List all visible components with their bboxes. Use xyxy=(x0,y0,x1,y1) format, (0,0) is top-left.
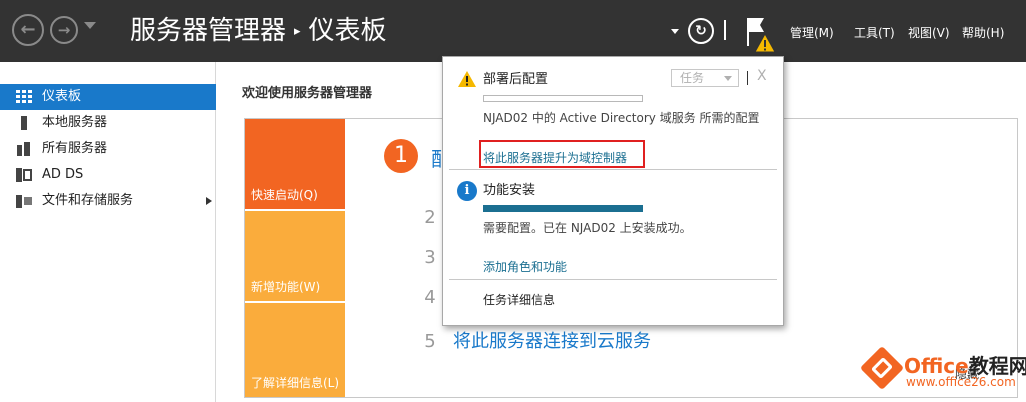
step-5-link[interactable]: 将此服务器连接到云服务 xyxy=(453,331,651,352)
forward-button[interactable]: → xyxy=(50,16,78,44)
step-1-number: 1 xyxy=(384,139,418,173)
sidebar: 仪表板 本地服务器 所有服务器 AD DS 文件和存储服务 xyxy=(0,62,216,402)
watermark: Office教程网 www.office26.com xyxy=(859,345,1026,402)
notification-message: NJAD02 中的 Active Directory 域服务 所需的配置 xyxy=(483,111,760,125)
breadcrumb-separator: ▸ xyxy=(294,24,301,39)
close-button[interactable]: X xyxy=(757,68,767,84)
page-title: 欢迎使用服务器管理器 xyxy=(242,86,373,101)
sidebar-item-label: 仪表板 xyxy=(42,89,82,104)
header-divider xyxy=(724,20,726,40)
tile-label: 快速启动(Q) xyxy=(251,188,318,202)
notification-message: 需要配置。已在 NJAD02 上安装成功。 xyxy=(483,221,692,235)
menu-tools[interactable]: 工具(T) xyxy=(854,24,895,41)
sidebar-item-all-servers[interactable]: 所有服务器 xyxy=(0,136,216,162)
office-logo-icon xyxy=(859,345,905,391)
sidebar-item-dashboard[interactable]: 仪表板 xyxy=(0,84,216,110)
highlight-box xyxy=(479,140,645,168)
task-dropdown-label: 任务 xyxy=(680,71,705,85)
step-2-number: 2 xyxy=(424,207,436,228)
expand-arrow-icon[interactable] xyxy=(206,197,212,205)
breadcrumb-root[interactable]: 服务器管理器 xyxy=(130,16,286,46)
progress-bar-install xyxy=(483,205,643,212)
notification-popup: 部署后配置 任务 X NJAD02 中的 Active Directory 域服… xyxy=(442,56,784,326)
task-dropdown[interactable]: 任务 xyxy=(671,69,739,87)
warning-icon xyxy=(458,71,476,87)
step-4-number: 4 xyxy=(424,287,436,308)
title-bar: ← → 服务器管理器 ▸ 仪表板 ↻ 管理(M) 工具(T) 视图(V) 帮助(H) xyxy=(0,0,1026,62)
notification-title: 功能安装 xyxy=(483,183,536,198)
step-5-number: 5 xyxy=(424,331,436,352)
separator xyxy=(449,169,777,170)
chevron-down-icon xyxy=(724,76,732,81)
refresh-icon[interactable]: ↻ xyxy=(688,18,714,44)
breadcrumb-current: 仪表板 xyxy=(308,16,387,46)
dashboard-icon xyxy=(16,90,32,103)
sidebar-item-local-server[interactable]: 本地服务器 xyxy=(0,110,216,136)
step-2: 2 xyxy=(417,207,443,228)
notification-title: 部署后配置 xyxy=(483,72,549,87)
breadcrumb: 服务器管理器 ▸ 仪表板 xyxy=(130,14,387,53)
step-5: 5 将此服务器连接到云服务 xyxy=(417,327,651,353)
tile-whats-new[interactable]: 新增功能(W) xyxy=(245,211,345,301)
step-3-number: 3 xyxy=(424,247,436,268)
tile-label: 了解详细信息(L) xyxy=(251,376,340,390)
watermark-url: www.office26.com xyxy=(906,375,1016,389)
sidebar-item-file-storage[interactable]: 文件和存储服务 xyxy=(0,188,216,214)
separator xyxy=(449,279,777,280)
servers-icon xyxy=(17,142,30,156)
file-storage-icon xyxy=(16,195,32,208)
popup-divider xyxy=(747,71,748,85)
server-icon xyxy=(21,116,27,130)
tile-quick-start[interactable]: 快速启动(Q) xyxy=(245,119,345,209)
info-icon: i xyxy=(457,181,477,201)
breadcrumb-dropdown-icon[interactable] xyxy=(671,29,679,34)
menu-view[interactable]: 视图(V) xyxy=(908,24,950,41)
sidebar-item-label: 文件和存储服务 xyxy=(42,193,134,208)
sidebar-item-label: 本地服务器 xyxy=(42,115,108,130)
step-3: 3 xyxy=(417,247,443,268)
step-4: 4 xyxy=(417,287,443,308)
sidebar-item-ad-ds[interactable]: AD DS xyxy=(0,162,216,188)
back-button[interactable]: ← xyxy=(12,14,44,46)
history-dropdown-icon[interactable] xyxy=(84,22,96,29)
tile-learn-more[interactable]: 了解详细信息(L) xyxy=(245,303,345,397)
task-details-link[interactable]: 任务详细信息 xyxy=(483,291,555,308)
menu-help[interactable]: 帮助(H) xyxy=(962,24,1004,41)
ad-ds-icon xyxy=(16,168,32,182)
progress-bar-config xyxy=(483,95,643,102)
sidebar-item-label: AD DS xyxy=(42,167,84,182)
menu-manage[interactable]: 管理(M) xyxy=(790,24,834,41)
add-roles-link[interactable]: 添加角色和功能 xyxy=(483,258,567,275)
tile-label: 新增功能(W) xyxy=(251,280,321,294)
sidebar-item-label: 所有服务器 xyxy=(42,141,108,156)
notification-flag-icon[interactable] xyxy=(744,14,778,54)
